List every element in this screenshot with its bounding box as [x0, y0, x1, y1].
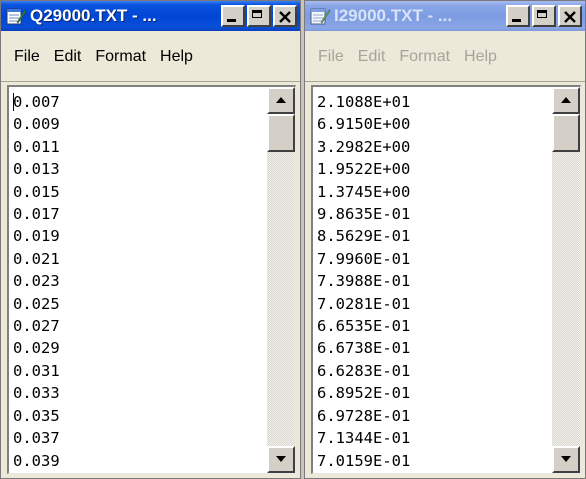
close-icon[interactable] — [558, 5, 582, 27]
text-editor[interactable]: 2.1088E+01 6.9150E+00 3.2982E+00 1.9522E… — [311, 85, 581, 474]
arrow-down-icon — [561, 456, 571, 462]
text-line: 0.009 — [13, 115, 60, 134]
text-line: 0.023 — [13, 272, 60, 291]
window-controls — [504, 5, 582, 27]
scroll-up-button[interactable] — [267, 87, 295, 114]
text-line: 0.031 — [13, 361, 60, 380]
text-line: 6.8952E-01 — [317, 384, 411, 403]
text-line: 0.007 — [13, 93, 60, 111]
scroll-up-button[interactable] — [552, 87, 580, 114]
menu-bar: File Edit Format Help — [305, 32, 585, 82]
text-line: 6.6535E-01 — [317, 317, 411, 336]
menu-file[interactable]: File — [7, 48, 47, 66]
text-line: 8.5629E-01 — [317, 227, 411, 246]
menu-help[interactable]: Help — [457, 48, 504, 66]
text-line: 7.0281E-01 — [317, 294, 411, 313]
menu-edit[interactable]: Edit — [47, 48, 89, 66]
text-line: 0.011 — [13, 137, 60, 156]
text-line: 0.037 — [13, 429, 60, 448]
text-line: 0.015 — [13, 182, 60, 201]
text-line: 0.017 — [13, 205, 60, 224]
text-line: 0.029 — [13, 339, 60, 358]
arrow-up-icon — [276, 97, 286, 103]
arrow-up-icon — [561, 97, 571, 103]
text-line: 0.033 — [13, 384, 60, 403]
text-line: 7.3988E-01 — [317, 272, 411, 291]
text-line: 2.1088E+01 — [317, 93, 411, 111]
window-controls — [219, 5, 297, 27]
menu-help[interactable]: Help — [153, 48, 200, 66]
text-line: 0.019 — [13, 227, 60, 246]
arrow-down-icon — [276, 456, 286, 462]
text-line: 0.027 — [13, 317, 60, 336]
scroll-down-button[interactable] — [552, 446, 580, 473]
menu-format[interactable]: Format — [392, 48, 457, 66]
text-line: 0.039 — [13, 451, 60, 470]
minimize-icon[interactable] — [221, 5, 245, 27]
text-line: 0.021 — [13, 249, 60, 268]
minimize-icon[interactable] — [506, 5, 530, 27]
notepad-window-q29000[interactable]: Q29000.TXT - ... File Edit Format Help 0… — [0, 0, 301, 479]
text-lines: 0.007 0.009 0.011 0.013 0.015 0.017 0.01… — [13, 91, 60, 472]
text-line: 6.9150E+00 — [317, 115, 411, 134]
text-caret — [13, 93, 14, 111]
scroll-thumb[interactable] — [267, 114, 295, 152]
text-line: 0.035 — [13, 406, 60, 425]
scroll-thumb[interactable] — [552, 114, 580, 152]
text-editor[interactable]: 0.007 0.009 0.011 0.013 0.015 0.017 0.01… — [7, 85, 296, 474]
title-bar[interactable]: I29000.TXT - ... — [305, 1, 585, 31]
text-line: 3.2982E+00 — [317, 137, 411, 156]
menu-edit[interactable]: Edit — [351, 48, 393, 66]
close-icon[interactable] — [273, 5, 297, 27]
menu-bar: File Edit Format Help — [1, 32, 300, 82]
text-lines: 2.1088E+01 6.9150E+00 3.2982E+00 1.9522E… — [317, 91, 410, 472]
vertical-scrollbar[interactable] — [552, 87, 580, 473]
maximize-icon[interactable] — [247, 5, 271, 27]
text-line: 7.9960E-01 — [317, 249, 411, 268]
menu-file[interactable]: File — [311, 48, 351, 66]
text-line: 1.3745E+00 — [317, 182, 411, 201]
menu-format[interactable]: Format — [88, 48, 153, 66]
text-line: 9.8635E-01 — [317, 205, 411, 224]
text-line: 0.013 — [13, 160, 60, 179]
text-line: 6.6738E-01 — [317, 339, 411, 358]
window-title: Q29000.TXT - ... — [30, 6, 157, 25]
notepad-icon — [6, 8, 27, 25]
notepad-icon — [310, 8, 331, 25]
scroll-down-button[interactable] — [267, 446, 295, 473]
text-line: 6.9728E-01 — [317, 406, 411, 425]
text-line: 0.025 — [13, 294, 60, 313]
notepad-window-i29000[interactable]: I29000.TXT - ... File Edit Format Help 2… — [304, 0, 586, 479]
window-title: I29000.TXT - ... — [334, 6, 453, 25]
vertical-scrollbar[interactable] — [267, 87, 295, 473]
text-line: 7.0159E-01 — [317, 451, 411, 470]
title-bar[interactable]: Q29000.TXT - ... — [1, 1, 300, 31]
maximize-icon[interactable] — [532, 5, 556, 27]
text-line: 7.1344E-01 — [317, 429, 411, 448]
text-line: 1.9522E+00 — [317, 160, 411, 179]
text-line: 6.6283E-01 — [317, 361, 411, 380]
